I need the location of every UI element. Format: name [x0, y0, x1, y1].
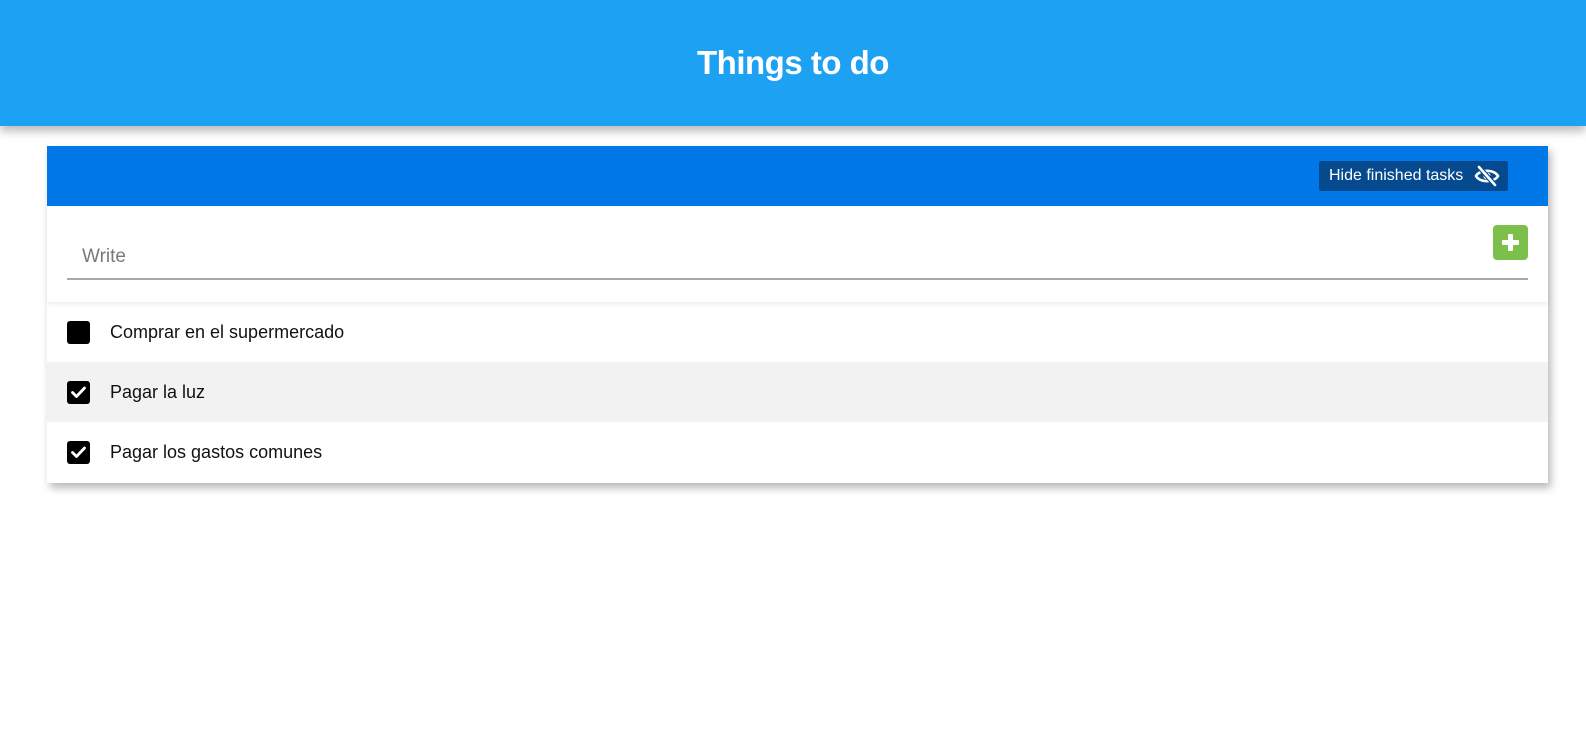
new-task-input[interactable]: [67, 236, 1528, 280]
task-row: Pagar los gastos comunes: [47, 422, 1548, 482]
task-checkbox[interactable]: [67, 441, 90, 464]
task-row: Pagar la luz: [47, 362, 1548, 422]
hide-finished-tasks-button[interactable]: Hide finished tasks: [1319, 161, 1508, 191]
task-list: Comprar en el supermercado Pagar la luz …: [47, 302, 1548, 482]
task-text: Pagar los gastos comunes: [110, 441, 323, 462]
task-checkbox[interactable]: [67, 321, 90, 344]
hide-finished-tasks-label: Hide finished tasks: [1329, 167, 1464, 184]
checkmark-icon: [71, 386, 86, 398]
task-checkbox[interactable]: [67, 381, 90, 404]
app-header: Things to do: [0, 0, 1586, 126]
add-task-button[interactable]: [1493, 225, 1528, 260]
todo-card: Hide finished tasks Comprar en el superm…: [47, 146, 1548, 483]
todo-toolbar: Hide finished tasks: [47, 146, 1548, 206]
eye-slash-icon: [1474, 164, 1500, 188]
page-title: Things to do: [697, 44, 889, 81]
task-text: Pagar la luz: [110, 381, 206, 402]
new-task-area: [47, 206, 1548, 302]
task-row: Comprar en el supermercado: [47, 302, 1548, 362]
checkmark-icon: [71, 446, 86, 458]
task-text: Comprar en el supermercado: [110, 321, 345, 342]
